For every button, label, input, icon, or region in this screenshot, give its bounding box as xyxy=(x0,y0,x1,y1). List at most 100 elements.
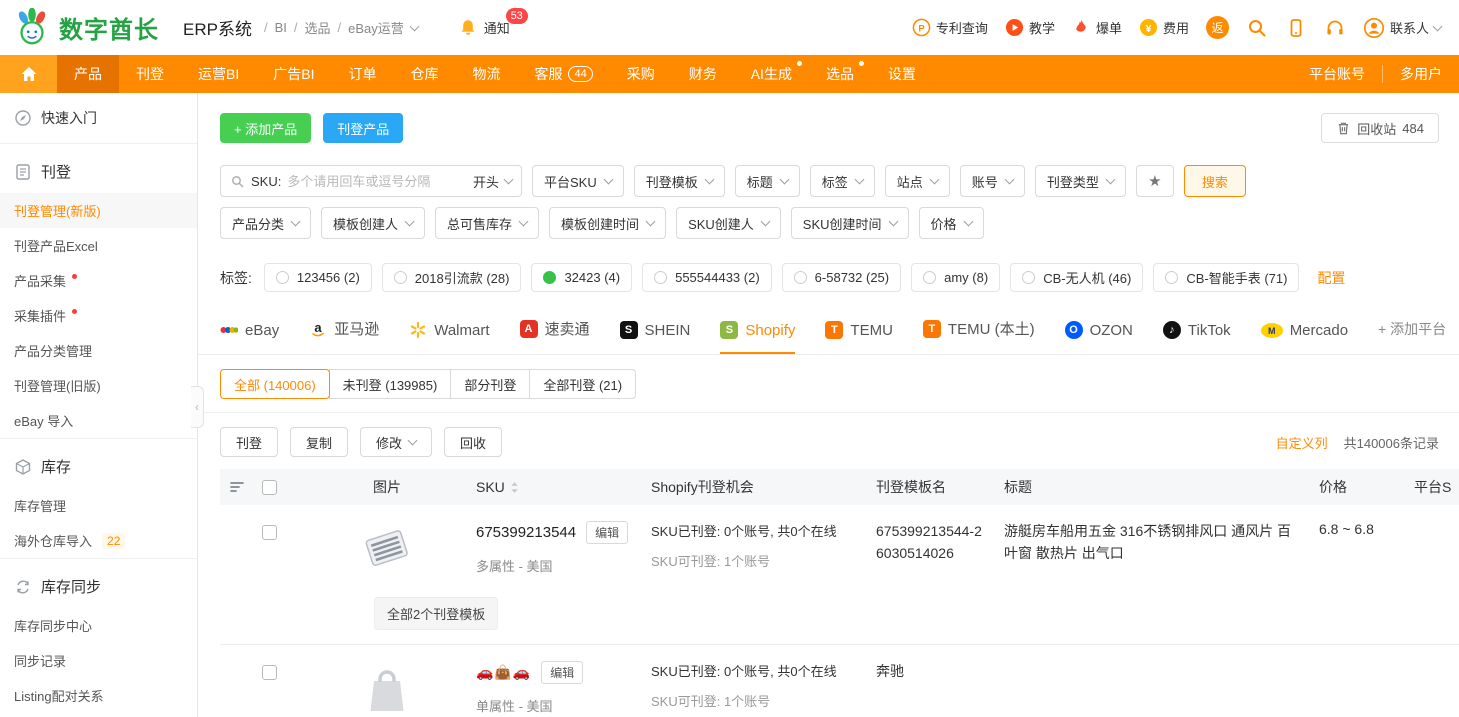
product-image[interactable] xyxy=(358,521,416,577)
filter-dropdown-sku-create-time[interactable]: SKU创建时间 xyxy=(791,207,909,239)
custom-columns-link[interactable]: 自定义列 xyxy=(1276,433,1328,452)
sidebar-item-listing-product-excel[interactable]: 刊登产品Excel xyxy=(0,228,197,263)
nav-item-operation-bi[interactable]: 运营BI xyxy=(181,55,256,93)
match-mode-dropdown[interactable]: 开头 xyxy=(473,172,512,191)
platform-tab-ebay[interactable]: eBay xyxy=(220,321,279,354)
sidebar-item-product-category-management[interactable]: 产品分类管理 xyxy=(0,333,197,368)
platform-tab-temu-local[interactable]: T TEMU (本土) xyxy=(923,318,1035,354)
sidebar-item-listing-management-old[interactable]: 刊登管理(旧版) xyxy=(0,368,197,403)
filter-dropdown-listing-type[interactable]: 刊登类型 xyxy=(1035,165,1126,197)
modify-dropdown-button[interactable]: 修改 xyxy=(360,427,432,457)
home-button[interactable] xyxy=(0,55,57,93)
tag-option-32423[interactable]: 32423 (4) xyxy=(531,263,632,292)
nav-item-multi-user[interactable]: 多用户 xyxy=(1383,55,1459,93)
row-checkbox[interactable] xyxy=(262,525,277,540)
filter-dropdown-template-create-time[interactable]: 模板创建时间 xyxy=(549,207,666,239)
tag-option-amy[interactable]: amy (8) xyxy=(911,263,1000,292)
sidebar-item-ebay-import[interactable]: eBay 导入 xyxy=(0,403,197,438)
tag-option-6-58732[interactable]: 6-58732 (25) xyxy=(782,263,901,292)
app-logo[interactable]: 数字酋长 xyxy=(12,8,159,48)
contact-menu[interactable]: 联系人 xyxy=(1363,17,1441,39)
column-settings-icon[interactable] xyxy=(220,479,262,495)
mobile-app-button[interactable] xyxy=(1285,17,1307,39)
filter-dropdown-tag[interactable]: 标签 xyxy=(810,165,875,197)
tag-option-123456[interactable]: 123456 (2) xyxy=(264,263,372,292)
teaching-link[interactable]: 教学 xyxy=(1005,18,1055,37)
sidebar-section-inventory[interactable]: 库存 xyxy=(0,439,197,488)
filter-dropdown-template-creator[interactable]: 模板创建人 xyxy=(321,207,425,239)
support-button[interactable] xyxy=(1324,17,1346,39)
breadcrumb-item-bi[interactable]: BI xyxy=(275,20,287,35)
status-tab-listed[interactable]: 全部刊登 (21) xyxy=(529,369,636,399)
platform-tab-aliexpress[interactable]: A 速卖通 xyxy=(520,318,590,354)
column-header-sku[interactable]: SKU xyxy=(476,479,643,495)
rebate-button[interactable]: 返 xyxy=(1206,16,1229,39)
sku-input[interactable] xyxy=(287,174,467,189)
nav-item-product[interactable]: 产品 xyxy=(57,55,119,93)
sku-search-box[interactable]: SKU: 开头 xyxy=(220,165,522,197)
filter-dropdown-price[interactable]: 价格 xyxy=(919,207,984,239)
nav-item-customer-service[interactable]: 客服 44 xyxy=(517,55,609,93)
tag-option-cb-smartwatch[interactable]: CB-智能手表 (71) xyxy=(1153,263,1299,292)
nav-item-ad-bi[interactable]: 广告BI xyxy=(256,55,331,93)
filter-dropdown-product-category[interactable]: 产品分类 xyxy=(220,207,311,239)
sidebar-collapse-handle[interactable]: ‹ xyxy=(191,386,204,428)
copy-button[interactable]: 复制 xyxy=(290,427,348,457)
status-tab-unlisted[interactable]: 未刊登 (139985) xyxy=(329,369,452,399)
status-tab-all[interactable]: 全部 (140006) xyxy=(220,369,330,399)
tags-config-link[interactable]: 配置 xyxy=(1317,268,1345,288)
sidebar-item-inventory-management[interactable]: 库存管理 xyxy=(0,488,197,523)
edit-button[interactable]: 编辑 xyxy=(541,661,583,684)
platform-tab-tiktok[interactable]: ♪ TikTok xyxy=(1163,321,1231,354)
filter-dropdown-platform-sku[interactable]: 平台SKU xyxy=(532,165,624,197)
sidebar-item-overseas-warehouse-import[interactable]: 海外仓库导入 22 xyxy=(0,523,197,558)
nav-item-listing[interactable]: 刊登 xyxy=(119,55,181,93)
platform-tab-temu[interactable]: T TEMU xyxy=(825,321,893,354)
recycle-bin-button[interactable]: 回收站 484 xyxy=(1321,113,1439,143)
patent-search-link[interactable]: P 专利查询 xyxy=(912,18,988,37)
filter-dropdown-sku-creator[interactable]: SKU创建人 xyxy=(676,207,781,239)
filter-dropdown-total-stock[interactable]: 总可售库存 xyxy=(435,207,539,239)
nav-item-settings[interactable]: 设置 xyxy=(871,55,933,93)
publish-button[interactable]: 刊登 xyxy=(220,427,278,457)
sidebar-section-inventory-sync[interactable]: 库存同步 xyxy=(0,559,197,608)
platform-tab-mercado[interactable]: M Mercado xyxy=(1261,322,1348,354)
nav-item-platform-accounts[interactable]: 平台账号 xyxy=(1292,55,1382,93)
nav-item-ai-generate[interactable]: AI生成 xyxy=(734,55,809,93)
sidebar-item-product-collection[interactable]: 产品采集 xyxy=(0,263,197,298)
nav-item-product-selection[interactable]: 选品 xyxy=(809,55,871,93)
notification-bell[interactable]: 通知 53 xyxy=(458,18,510,38)
sidebar-section-listing[interactable]: 刊登 xyxy=(0,144,197,193)
sidebar-item-listing-management-new[interactable]: 刊登管理(新版) xyxy=(0,193,197,228)
sidebar-item-mapping-ebay[interactable]: eBay xyxy=(0,713,197,717)
nav-item-purchase[interactable]: 采购 xyxy=(610,55,672,93)
search-button[interactable]: 搜索 xyxy=(1184,165,1246,197)
row-checkbox[interactable] xyxy=(262,665,277,680)
publish-product-button[interactable]: 刊登产品 xyxy=(323,113,403,143)
tag-option-555544433[interactable]: 555544433 (2) xyxy=(642,263,772,292)
tag-option-2018[interactable]: 2018引流款 (28) xyxy=(382,263,522,292)
status-tab-partial[interactable]: 部分刊登 xyxy=(450,369,530,399)
sidebar-item-sync-records[interactable]: 同步记录 xyxy=(0,643,197,678)
breadcrumb-item-selection[interactable]: 选品 xyxy=(305,18,331,37)
filter-dropdown-title[interactable]: 标题 xyxy=(735,165,800,197)
platform-tab-amazon[interactable]: a 亚马逊 xyxy=(309,318,379,354)
edit-button[interactable]: 编辑 xyxy=(586,521,628,544)
sidebar-item-collection-plugin[interactable]: 采集插件 xyxy=(0,298,197,333)
tag-option-cb-drone[interactable]: CB-无人机 (46) xyxy=(1010,263,1143,292)
platform-tab-shein[interactable]: S SHEIN xyxy=(620,321,691,354)
filter-dropdown-site[interactable]: 站点 xyxy=(885,165,950,197)
platform-tab-ozon[interactable]: O OZON xyxy=(1065,321,1133,354)
sidebar-item-quick-start[interactable]: 快速入门 xyxy=(0,93,197,143)
platform-tab-shopify[interactable]: S Shopify xyxy=(720,321,795,354)
sidebar-item-inventory-sync-center[interactable]: 库存同步中心 xyxy=(0,608,197,643)
hot-sale-link[interactable]: 爆单 xyxy=(1072,18,1122,37)
filter-dropdown-listing-template[interactable]: 刊登模板 xyxy=(634,165,725,197)
fee-link[interactable]: ¥ 费用 xyxy=(1139,18,1189,37)
header-search-button[interactable] xyxy=(1246,17,1268,39)
favorite-filter-button[interactable]: ★ xyxy=(1136,165,1174,197)
select-all-checkbox[interactable] xyxy=(262,480,277,495)
recycle-button[interactable]: 回收 xyxy=(444,427,502,457)
nav-item-finance[interactable]: 财务 xyxy=(672,55,734,93)
expand-templates-button[interactable]: 全部2个刊登模板 xyxy=(374,597,498,630)
